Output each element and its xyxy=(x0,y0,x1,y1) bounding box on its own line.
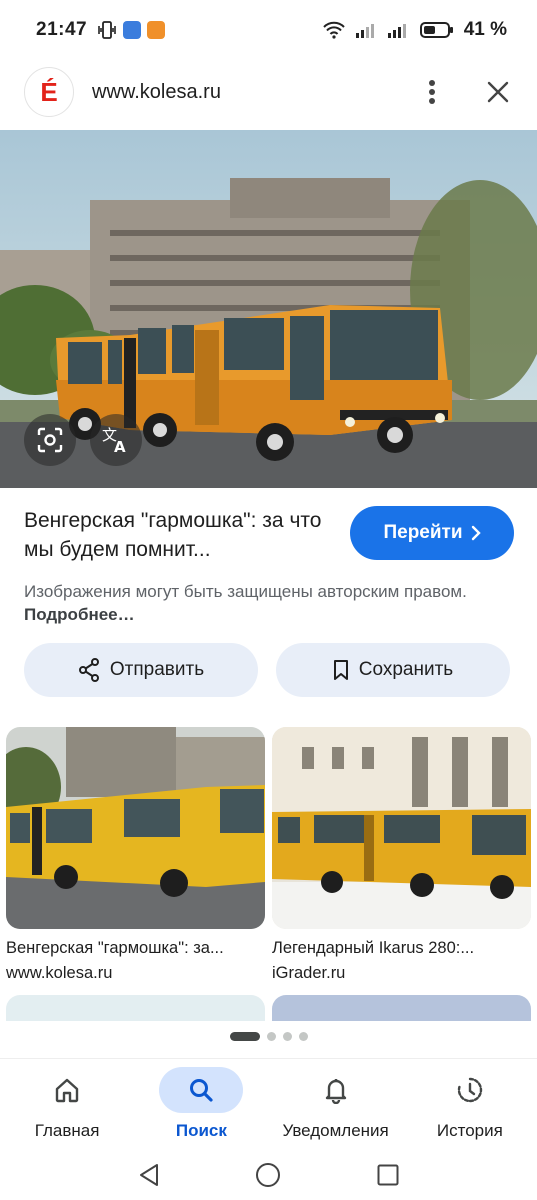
related-card[interactable]: Венгерская "гармошка": за... www.kolesa.… xyxy=(6,727,265,983)
nav-history[interactable]: История xyxy=(405,1059,535,1150)
close-icon xyxy=(487,81,509,103)
back-icon[interactable] xyxy=(138,1163,160,1187)
nav-search[interactable]: Поиск xyxy=(136,1059,266,1150)
recents-icon[interactable] xyxy=(377,1164,399,1186)
related-card-peek-2[interactable] xyxy=(272,995,531,1021)
home-button-icon[interactable] xyxy=(255,1162,281,1188)
related-thumbnail[interactable] xyxy=(272,727,531,929)
site-url[interactable]: www.kolesa.ru xyxy=(92,81,221,104)
close-button[interactable] xyxy=(483,77,513,107)
search-icon xyxy=(190,1079,213,1102)
main-image[interactable]: 文A xyxy=(0,130,537,488)
related-thumbnail[interactable] xyxy=(6,727,265,929)
status-right: 41 % xyxy=(322,19,507,41)
chevron-right-icon xyxy=(471,525,481,541)
svg-text:A: A xyxy=(114,438,126,454)
translate-icon: 文A xyxy=(102,426,126,454)
visit-label: Перейти xyxy=(383,522,463,543)
result-title[interactable]: Венгерская "гармошка": за что мы будем п… xyxy=(24,506,334,564)
status-time: 21:47 xyxy=(36,19,88,40)
action-buttons: Отправить Сохранить xyxy=(24,643,510,697)
copyright-text: Изображения могут быть защищены авторски… xyxy=(24,582,467,601)
related-source: iGrader.ru xyxy=(272,964,346,982)
pager-dot xyxy=(298,1032,308,1041)
pager-dot-active xyxy=(229,1032,260,1041)
nav-notifications-label: Уведомления xyxy=(282,1121,389,1140)
status-notification-icons xyxy=(97,21,166,39)
site-logo-letter: É xyxy=(40,76,58,107)
bell-icon xyxy=(325,1079,346,1104)
share-button[interactable]: Отправить xyxy=(24,643,258,697)
bookmark-icon xyxy=(333,660,348,680)
vibrate-icon xyxy=(98,21,116,39)
share-icon xyxy=(78,658,99,682)
app-notification-icon xyxy=(123,21,142,39)
lens-icon xyxy=(37,427,63,453)
signal-icon xyxy=(355,24,374,38)
save-button[interactable]: Сохранить xyxy=(276,643,510,697)
more-options-button[interactable] xyxy=(417,77,447,107)
site-logo[interactable]: É xyxy=(24,67,74,117)
related-title[interactable]: Легендарный Ikarus 280:... xyxy=(272,939,531,958)
related-source: www.kolesa.ru xyxy=(6,964,113,982)
related-images: Венгерская "гармошка": за... www.kolesa.… xyxy=(6,727,531,983)
site-header: É www.kolesa.ru xyxy=(0,62,537,122)
lens-button[interactable] xyxy=(24,414,76,466)
status-bar: 21:47 41 % xyxy=(0,0,537,60)
share-label: Отправить xyxy=(109,659,205,680)
system-navigation xyxy=(0,1150,537,1200)
pager-dots xyxy=(0,1032,537,1041)
pager-dot xyxy=(266,1032,276,1041)
history-icon xyxy=(457,1077,483,1103)
more-vert-icon xyxy=(429,80,435,104)
more-info-link[interactable]: Подробнее… xyxy=(24,605,135,624)
result-info: Венгерская "гармошка": за что мы будем п… xyxy=(24,506,514,626)
copyright-notice: Изображения могут быть защищены авторски… xyxy=(24,580,494,626)
nav-notifications[interactable]: Уведомления xyxy=(271,1059,401,1150)
nav-home[interactable]: Главная xyxy=(2,1059,132,1150)
app-notification-icon-2 xyxy=(147,21,166,39)
visit-button[interactable]: Перейти xyxy=(350,506,514,560)
related-title[interactable]: Венгерская "гармошка": за... xyxy=(6,939,265,958)
translate-button[interactable]: 文A xyxy=(90,414,142,466)
save-label: Сохранить xyxy=(358,659,454,680)
battery-icon xyxy=(419,22,453,38)
nav-search-label: Поиск xyxy=(175,1121,227,1140)
bottom-navigation: Главная Поиск Уведомления История xyxy=(0,1058,537,1150)
wifi-icon xyxy=(322,21,345,39)
related-card[interactable]: Легендарный Ikarus 280:... iGrader.ru xyxy=(272,727,531,983)
related-card-peek[interactable] xyxy=(6,995,265,1021)
home-icon xyxy=(55,1078,79,1103)
signal-icon-2 xyxy=(387,24,406,38)
battery-percent: 41 % xyxy=(463,19,507,40)
nav-history-label: История xyxy=(436,1121,503,1140)
pager-dot xyxy=(282,1032,292,1041)
nav-home-label: Главная xyxy=(34,1121,100,1140)
